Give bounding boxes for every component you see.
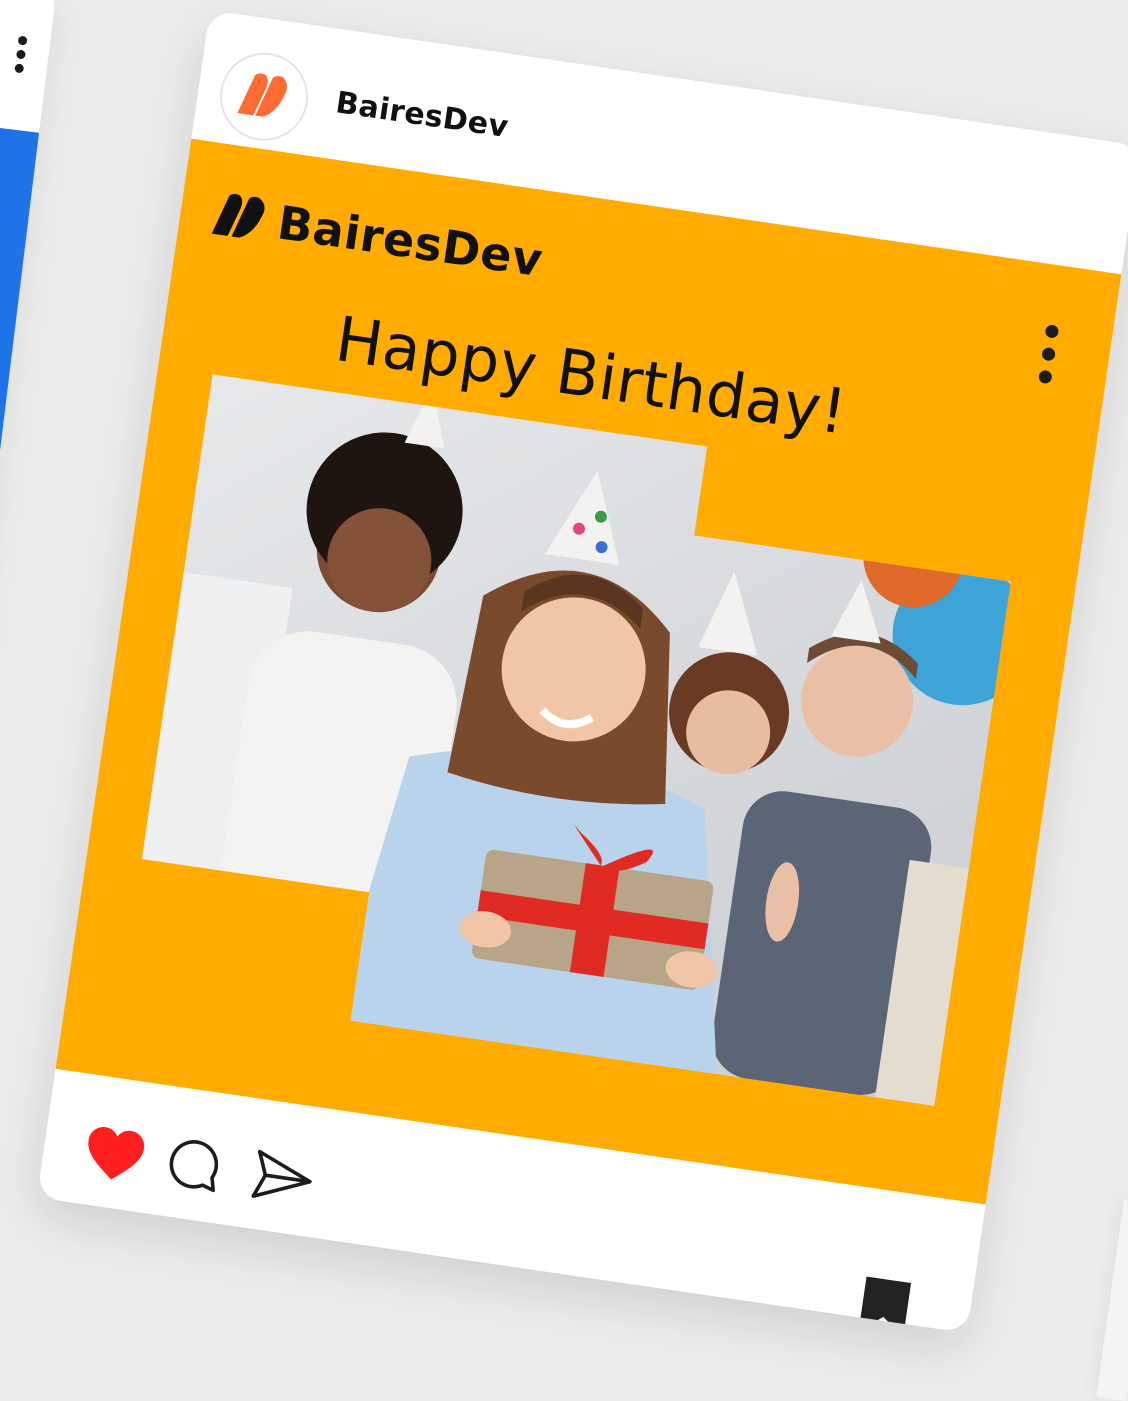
neighbour-post-card [0, 0, 58, 689]
account-name[interactable]: BairesDev [333, 85, 510, 145]
neighbour-card-edge [1096, 1198, 1128, 1401]
party-photo [123, 374, 1024, 1106]
social-post-card: BairesDev BairesDev Happy Birthday! [36, 10, 1128, 1334]
neighbour-more-icon[interactable] [14, 35, 29, 79]
post-more-options-icon[interactable] [1033, 323, 1061, 395]
brand-name: BairesDev [274, 195, 547, 288]
paper-plane-icon[interactable] [249, 1147, 318, 1209]
bookmark-icon[interactable] [856, 1274, 914, 1334]
comment-bubble-icon[interactable] [164, 1134, 225, 1195]
account-avatar[interactable] [214, 46, 314, 147]
neighbour-post-image [0, 88, 40, 689]
bairesdev-logo-icon [237, 73, 287, 117]
heart-icon[interactable] [80, 1122, 149, 1186]
bairesdev-logo-icon [211, 193, 265, 238]
brand-lockup: BairesDev [208, 183, 546, 290]
post-image: BairesDev Happy Birthday! [55, 138, 1122, 1205]
